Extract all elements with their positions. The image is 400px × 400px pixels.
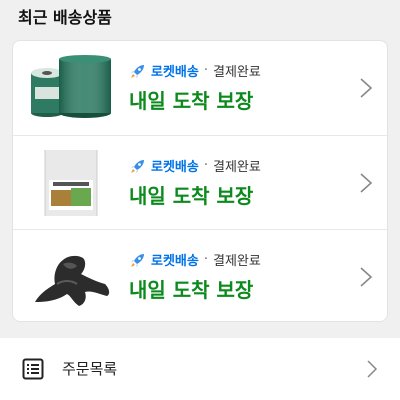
arrival-guarantee: 내일 도착 보장 xyxy=(129,184,254,208)
delivery-type-label: 로켓배송 xyxy=(151,160,199,175)
arrival-guarantee: 내일 도착 보장 xyxy=(129,89,254,113)
delivery-status-line: 로켓배송 · 결제완료 xyxy=(129,250,261,269)
chevron-right-icon xyxy=(360,78,373,98)
green-thread-spools-image xyxy=(31,55,111,118)
rocket-icon xyxy=(131,159,144,173)
delivery-type-label: 로켓배송 xyxy=(151,65,199,80)
seed-pouch-image xyxy=(44,150,98,216)
delivery-status-line: 로켓배송 · 결제완료 xyxy=(129,156,261,175)
delivery-item[interactable]: 로켓배송 · 결제완료 내일 도착 보장 xyxy=(13,229,387,321)
arrival-guarantee: 내일 도착 보장 xyxy=(129,278,254,302)
payment-status: 결제완료 xyxy=(212,160,261,175)
chevron-right-icon xyxy=(360,267,373,287)
payment-status: 결제완료 xyxy=(212,65,261,80)
recent-deliveries-card: 로켓배송 · 결제완료 내일 도착 보장 로켓배송 · 결제완료 내일 도착 보… xyxy=(12,40,388,322)
separator-dot: · xyxy=(203,158,208,173)
delivery-item[interactable]: 로켓배송 · 결제완료 내일 도착 보장 xyxy=(13,41,387,135)
chevron-right-icon xyxy=(367,360,378,378)
payment-status: 결제완료 xyxy=(212,254,261,269)
delivery-type-label: 로켓배송 xyxy=(151,254,199,269)
section-title: 최근 배송상품 xyxy=(18,8,112,27)
driftwood-image xyxy=(35,255,110,306)
delivery-item[interactable]: 로켓배송 · 결제완료 내일 도착 보장 xyxy=(13,135,387,229)
rocket-icon xyxy=(131,253,144,267)
order-list-menu-item[interactable]: 주문목록 xyxy=(0,338,400,400)
order-list-label: 주문목록 xyxy=(62,360,118,378)
delivery-status-line: 로켓배송 · 결제완료 xyxy=(129,61,261,80)
rocket-icon xyxy=(131,64,144,78)
chevron-right-icon xyxy=(360,173,373,193)
list-icon xyxy=(22,358,44,380)
separator-dot: · xyxy=(203,252,208,267)
separator-dot: · xyxy=(203,63,208,78)
